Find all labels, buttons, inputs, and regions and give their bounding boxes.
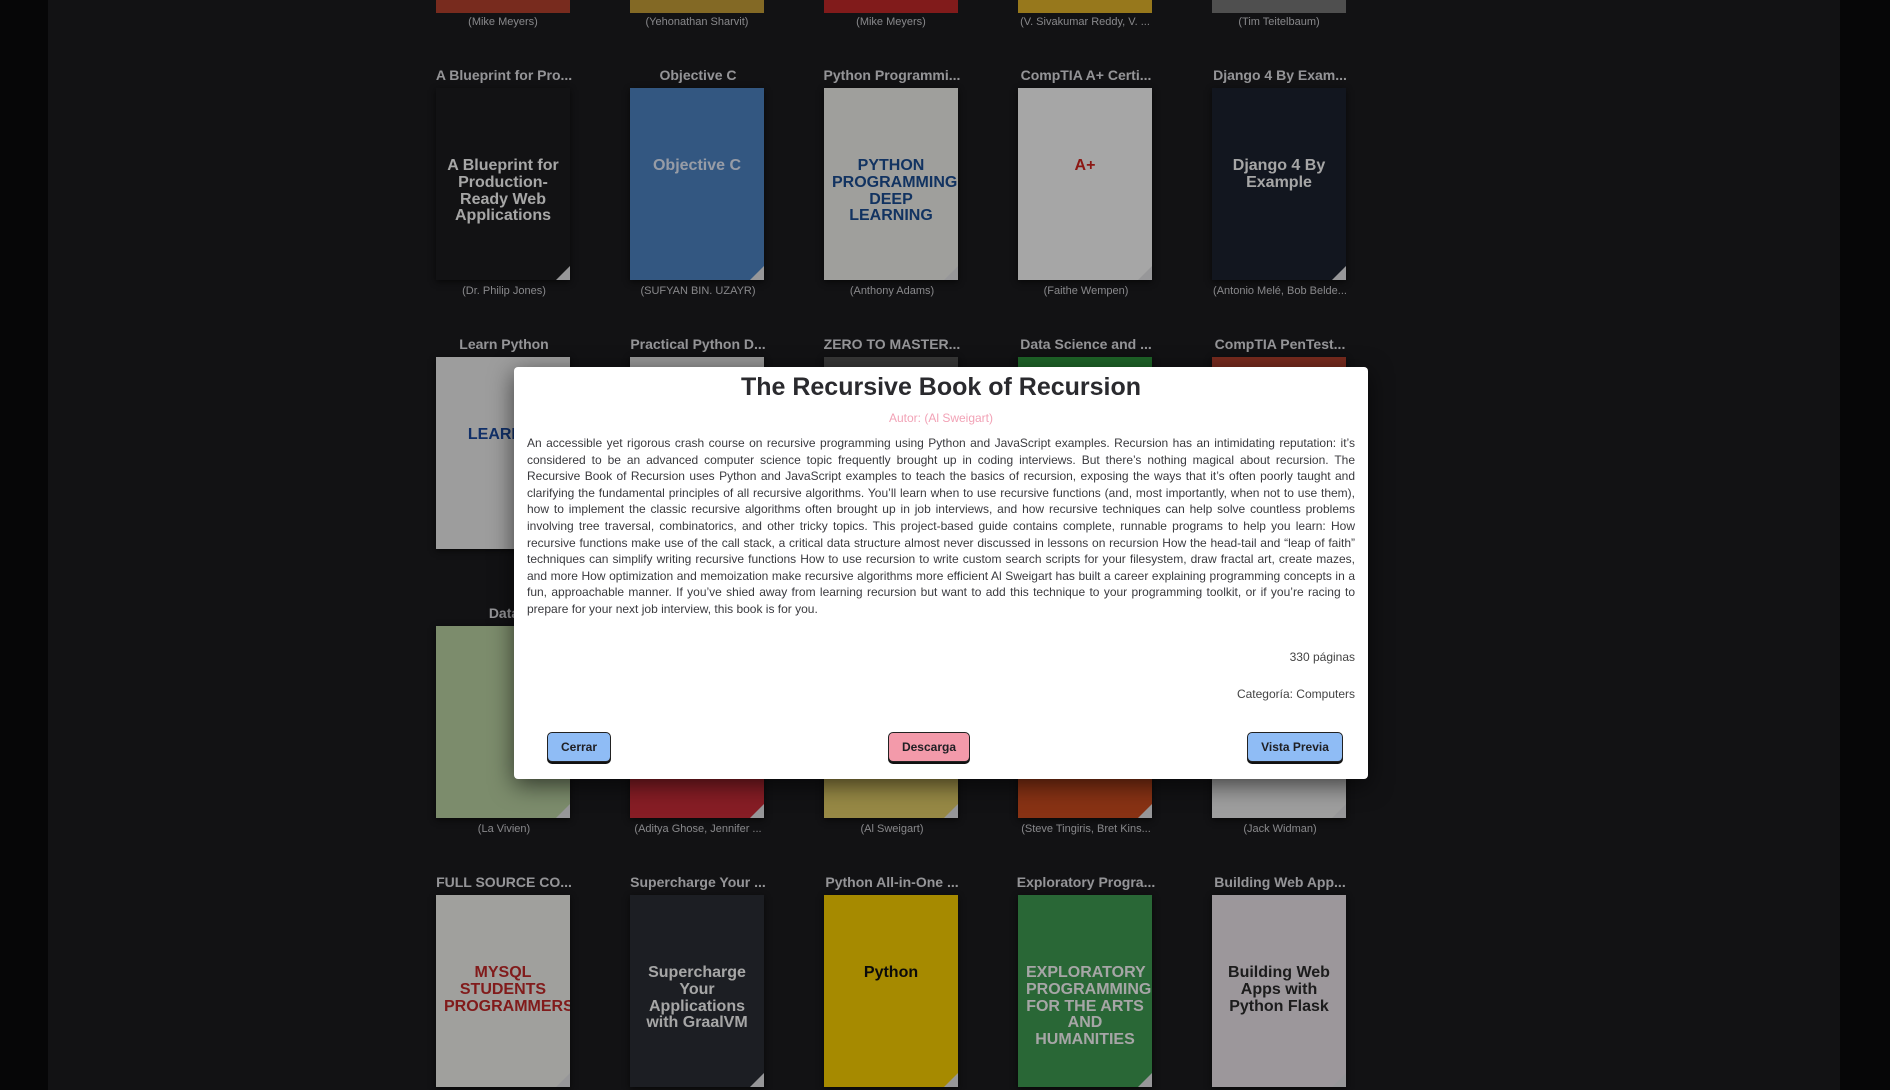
modal-author: Autor: (Al Sweigart) [888, 411, 994, 425]
category: Categoría: Computers [1236, 687, 1355, 701]
preview-button[interactable]: Vista Previa [1247, 732, 1343, 762]
page-count: 330 páginas [1289, 650, 1355, 664]
modal-title: The Recursive Book of Recursion [740, 373, 1142, 401]
book-detail-modal: The Recursive Book of Recursion Autor: (… [514, 367, 1368, 779]
download-button[interactable]: Descarga [888, 732, 970, 762]
modal-description: An accessible yet rigorous crash course … [527, 436, 1355, 616]
close-button[interactable]: Cerrar [547, 732, 611, 762]
